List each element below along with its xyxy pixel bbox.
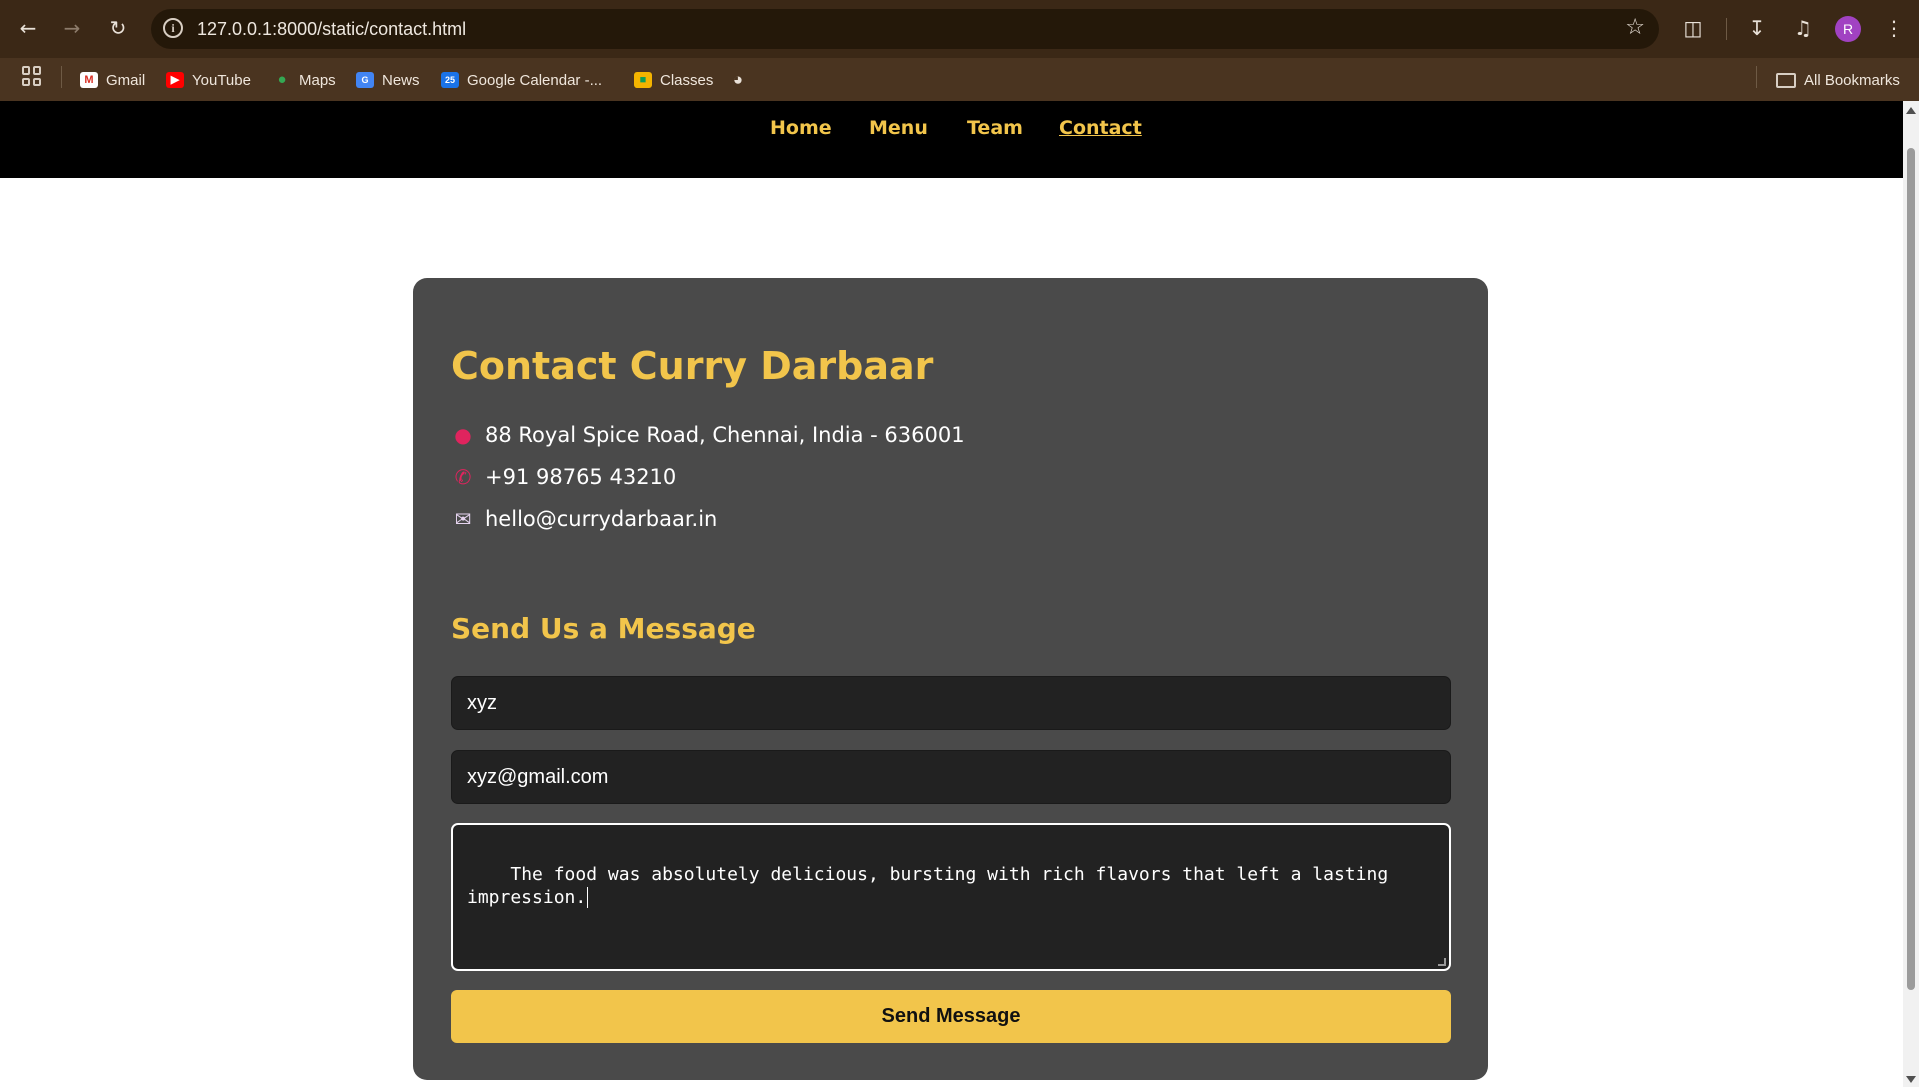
classroom-icon: ■ bbox=[634, 72, 652, 88]
bookmark-label: Maps bbox=[299, 71, 336, 89]
envelope-icon: ✉ bbox=[454, 507, 472, 531]
phone-icon: ✆ bbox=[454, 465, 472, 489]
gmail-icon: M bbox=[80, 72, 98, 88]
bookmark-label: Gmail bbox=[106, 71, 146, 89]
pin-icon: ● bbox=[454, 423, 472, 447]
send-message-button[interactable]: Send Message bbox=[451, 990, 1451, 1043]
bookmark-label: Classes bbox=[660, 71, 714, 89]
youtube-icon: ▶ bbox=[166, 72, 184, 88]
text-cursor bbox=[587, 887, 589, 908]
name-input[interactable]: xyz bbox=[451, 676, 1451, 730]
bookmark-star-icon[interactable]: ☆ bbox=[1625, 15, 1645, 40]
address-line: ● 88 Royal Spice Road, Chennai, India - … bbox=[451, 423, 965, 447]
nav-link-menu[interactable]: Menu bbox=[869, 117, 928, 139]
maps-icon: ● bbox=[277, 71, 287, 88]
address-text: 88 Royal Spice Road, Chennai, India - 63… bbox=[485, 423, 965, 447]
phone-text: +91 98765 43210 bbox=[485, 465, 677, 489]
message-text: The food was absolutely delicious, burst… bbox=[467, 864, 1389, 908]
bookmark-maps[interactable]: ● Maps bbox=[273, 68, 336, 92]
all-bookmarks-button[interactable]: All Bookmarks bbox=[1776, 68, 1900, 92]
bookmark-label: YouTube bbox=[192, 71, 251, 89]
bookmark-news[interactable]: G News bbox=[356, 68, 420, 92]
all-bookmarks-label: All Bookmarks bbox=[1804, 71, 1900, 89]
back-icon[interactable]: ← bbox=[13, 13, 43, 43]
toolbar-divider bbox=[1726, 18, 1727, 40]
bookmarks-divider bbox=[1756, 66, 1757, 88]
bookmark-youtube[interactable]: ▶ YouTube bbox=[166, 68, 251, 92]
email-line: ✉ hello@currydarbaar.in bbox=[451, 507, 718, 531]
browser-chrome: ← → ↻ i 127.0.0.1:8000/static/contact.ht… bbox=[0, 0, 1919, 101]
scrollbar-thumb[interactable] bbox=[1907, 148, 1915, 990]
calendar-icon: 25 bbox=[441, 72, 459, 88]
news-icon: G bbox=[356, 72, 374, 88]
nav-link-home[interactable]: Home bbox=[770, 117, 832, 139]
message-textarea[interactable]: The food was absolutely delicious, burst… bbox=[451, 823, 1451, 971]
phone-line: ✆ +91 98765 43210 bbox=[451, 465, 677, 489]
bookmark-calendar[interactable]: 25 Google Calendar -... bbox=[441, 68, 602, 92]
address-bar[interactable]: i 127.0.0.1:8000/static/contact.html ☆ bbox=[151, 9, 1659, 49]
browser-toolbar: ← → ↻ i 127.0.0.1:8000/static/contact.ht… bbox=[0, 0, 1919, 58]
media-control-icon[interactable]: ♫ bbox=[1789, 14, 1817, 42]
scroll-down-arrow[interactable] bbox=[1906, 1076, 1916, 1083]
profile-avatar[interactable]: R bbox=[1835, 16, 1861, 42]
bookmark-globe[interactable]: ◕ bbox=[729, 68, 747, 92]
extensions-icon[interactable]: ◫ bbox=[1679, 14, 1707, 42]
nav-link-contact[interactable]: Contact bbox=[1059, 117, 1142, 139]
bookmark-label: News bbox=[382, 71, 420, 89]
contact-title: Contact Curry Darbaar bbox=[451, 344, 934, 388]
bookmark-classes[interactable]: ■ Classes bbox=[634, 68, 713, 92]
contact-card: Contact Curry Darbaar ● 88 Royal Spice R… bbox=[413, 278, 1488, 1080]
message-heading: Send Us a Message bbox=[451, 612, 756, 645]
email-input[interactable]: xyz@gmail.com bbox=[451, 750, 1451, 804]
forward-icon[interactable]: → bbox=[57, 13, 87, 43]
globe-icon: ◕ bbox=[732, 70, 744, 89]
download-icon[interactable]: ↧ bbox=[1743, 14, 1771, 42]
apps-grid-icon[interactable] bbox=[22, 66, 42, 86]
reload-icon[interactable]: ↻ bbox=[103, 13, 133, 43]
email-text: hello@currydarbaar.in bbox=[485, 507, 718, 531]
folder-icon bbox=[1776, 72, 1796, 88]
site-navbar: Home Menu Team Contact bbox=[0, 101, 1903, 178]
site-info-icon[interactable]: i bbox=[163, 18, 183, 38]
bookmarks-divider bbox=[61, 66, 62, 88]
nav-link-team[interactable]: Team bbox=[967, 117, 1023, 139]
resize-handle[interactable] bbox=[1438, 958, 1446, 966]
url-text[interactable]: 127.0.0.1:8000/static/contact.html bbox=[197, 19, 466, 40]
bookmark-label: Google Calendar -... bbox=[467, 71, 603, 89]
bookmark-gmail[interactable]: M Gmail bbox=[80, 68, 145, 92]
scroll-up-arrow[interactable] bbox=[1906, 107, 1916, 114]
page-scrollbar[interactable] bbox=[1903, 101, 1919, 1087]
menu-kebab-icon[interactable]: ⋮ bbox=[1880, 14, 1908, 42]
